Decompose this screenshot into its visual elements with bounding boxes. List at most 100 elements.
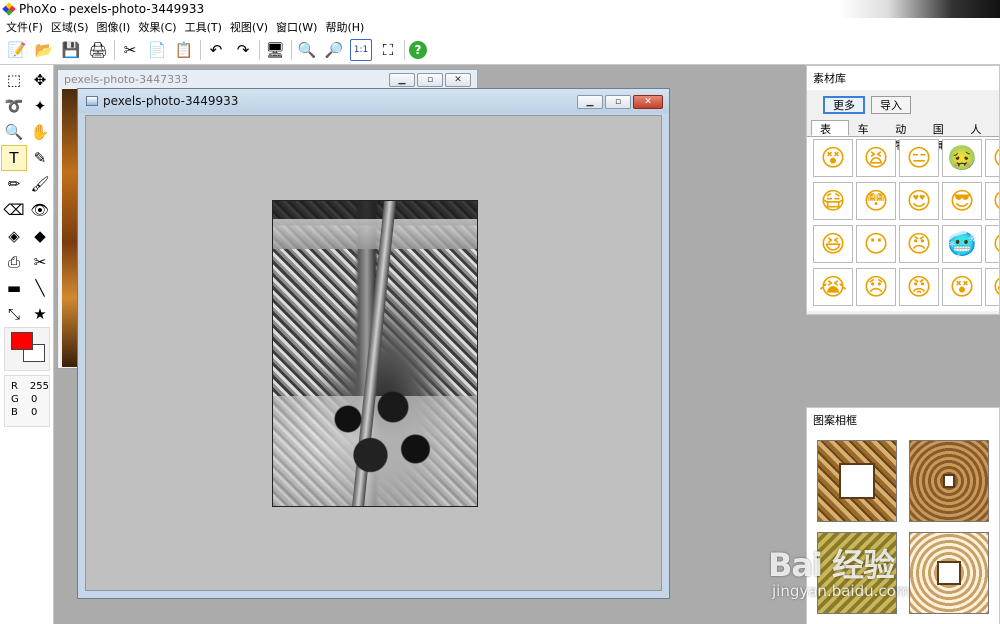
copy-icon[interactable]: 📄 bbox=[146, 39, 168, 61]
text-tool-icon[interactable]: T bbox=[1, 145, 27, 171]
zoom-out-icon[interactable]: 🔎 bbox=[323, 39, 345, 61]
menu-item[interactable]: 文件(F) bbox=[4, 19, 49, 35]
line-tool-icon[interactable]: ╲ bbox=[27, 275, 53, 301]
emoji-thumbnail[interactable]: 😠 bbox=[899, 225, 939, 263]
material-tab[interactable]: 人物 bbox=[961, 120, 999, 152]
open-icon[interactable]: 📂 bbox=[33, 39, 55, 61]
undo-icon[interactable]: ↶ bbox=[205, 39, 227, 61]
more-button[interactable]: 更多 bbox=[823, 96, 865, 114]
emoji-thumbnail[interactable]: 😫 bbox=[856, 139, 896, 177]
emoji-thumbnail[interactable]: 😶 bbox=[856, 225, 896, 263]
magic-wand-icon[interactable]: ✦ bbox=[27, 93, 53, 119]
maximize-button[interactable]: ▫ bbox=[417, 73, 443, 87]
color-replace-icon[interactable]: ◆ bbox=[27, 223, 53, 249]
frame-thumbnail[interactable] bbox=[817, 440, 897, 522]
tool-grid: ⬚ ✥ ➰ ✦ 🔍 ✋ T ✎ ✏ 🖌 ⌫ 👁 ◈ ◆ ⎙ ✂ ▬ ╲ ⤡ ★ bbox=[0, 65, 53, 329]
frame-inner bbox=[943, 474, 955, 488]
photo-image bbox=[272, 200, 478, 507]
fit-window-icon[interactable]: ⛶ bbox=[377, 39, 399, 61]
photo-tent bbox=[273, 219, 477, 249]
material-tab[interactable]: 表情 bbox=[811, 120, 849, 152]
toolbar-separator bbox=[200, 40, 201, 60]
emoji-thumbnail[interactable]: 😍 bbox=[899, 182, 939, 220]
emoji-thumbnail[interactable]: 😞 bbox=[856, 268, 896, 306]
emoji-thumbnail[interactable]: 😊 bbox=[985, 182, 999, 220]
material-tab[interactable]: 车标 bbox=[849, 120, 887, 152]
lasso-icon[interactable]: ➰ bbox=[1, 93, 27, 119]
new-icon[interactable]: 📝 bbox=[6, 39, 28, 61]
frames-panel-title: 图案相框 bbox=[807, 408, 999, 432]
save-icon[interactable]: 💾 bbox=[60, 39, 82, 61]
watermark-logo: Bai 经验 bbox=[768, 546, 895, 584]
zoom-in-icon[interactable]: 🔍 bbox=[296, 39, 318, 61]
frame-thumbnail[interactable] bbox=[909, 440, 989, 522]
menu-item[interactable]: 帮助(H) bbox=[323, 19, 370, 35]
emoji-thumbnail[interactable]: 🥶 bbox=[942, 225, 982, 263]
minimize-button[interactable]: ▁ bbox=[389, 73, 415, 87]
close-button[interactable]: ✕ bbox=[445, 73, 471, 87]
rect-select-icon[interactable]: ⬚ bbox=[1, 67, 27, 93]
eyedropper-icon[interactable]: ✎ bbox=[27, 145, 53, 171]
maximize-button[interactable]: ▫ bbox=[605, 95, 631, 109]
emoji-thumbnail[interactable]: 😵 bbox=[942, 268, 982, 306]
emoji-thumbnail[interactable]: 😏 bbox=[985, 225, 999, 263]
menu-item[interactable]: 视图(V) bbox=[228, 19, 274, 35]
emoji-thumbnail[interactable]: 😎 bbox=[942, 182, 982, 220]
actual-size-icon[interactable]: 1:1 bbox=[350, 39, 372, 61]
transform-icon[interactable]: ⤡ bbox=[1, 301, 27, 327]
hand-icon[interactable]: ✋ bbox=[27, 119, 53, 145]
red-eye-icon[interactable]: 👁 bbox=[27, 197, 53, 223]
help-icon[interactable]: ? bbox=[409, 41, 427, 59]
app-logo-icon bbox=[2, 2, 16, 16]
emoji-thumbnail[interactable]: 😆 bbox=[813, 225, 853, 263]
rgb-b-label: B bbox=[11, 407, 18, 418]
emoji-thumbnail[interactable]: 😐 bbox=[985, 139, 999, 177]
main-toolbar: 📝 📂 💾 🖨 ✂ 📄 📋 ↶ ↷ 🖥 🔍 🔎 1:1 ⛶? bbox=[0, 36, 1000, 65]
shape-star-icon[interactable]: ★ bbox=[27, 301, 53, 327]
foreground-color-swatch[interactable] bbox=[11, 332, 33, 350]
minimize-button[interactable]: ▁ bbox=[577, 95, 603, 109]
emoji-thumbnail[interactable]: 😡 bbox=[899, 268, 939, 306]
emoji-thumbnail[interactable]: 🤢 bbox=[942, 139, 982, 177]
material-library-panel: 素材库 更多 导入 表情车标动物国旗人物 😵😫😑🤢😐😷😳😍😎😊😆😶😠🥶😏😭😞😡😵… bbox=[806, 65, 1000, 315]
brush-icon[interactable]: 🖌 bbox=[27, 171, 53, 197]
material-tab[interactable]: 动物 bbox=[886, 120, 924, 152]
clone-stamp-icon[interactable]: ⎙ bbox=[1, 249, 27, 275]
zoom-tool-icon[interactable]: 🔍 bbox=[1, 119, 27, 145]
close-button[interactable]: ✕ bbox=[633, 95, 663, 109]
menu-item[interactable]: 工具(T) bbox=[183, 19, 228, 35]
back-window-controls: ▁ ▫ ✕ bbox=[389, 73, 471, 87]
title-bar: PhoXo - pexels-photo-3449933 bbox=[0, 0, 1000, 18]
emoji-thumbnail[interactable]: 😭 bbox=[813, 268, 853, 306]
emoji-thumbnail[interactable]: 😃 bbox=[985, 268, 999, 306]
document-window-front[interactable]: pexels-photo-3449933 ▁ ▫ ✕ bbox=[77, 88, 670, 599]
fill-bucket-icon[interactable]: ◈ bbox=[1, 223, 27, 249]
pencil-icon[interactable]: ✏ bbox=[1, 171, 27, 197]
cut-icon[interactable]: ✂ bbox=[119, 39, 141, 61]
photo-crowd bbox=[303, 371, 453, 491]
emoji-thumbnail[interactable]: 😷 bbox=[813, 182, 853, 220]
watermark-url: jingyan.baidu.com bbox=[772, 582, 911, 600]
emoji-thumbnail[interactable]: 😵 bbox=[813, 139, 853, 177]
toolbar-separator bbox=[404, 40, 405, 60]
menu-item[interactable]: 图像(I) bbox=[95, 19, 137, 35]
redo-icon[interactable]: ↷ bbox=[232, 39, 254, 61]
emoji-thumbnail[interactable]: 😳 bbox=[856, 182, 896, 220]
emoji-thumbnail[interactable]: 😑 bbox=[899, 139, 939, 177]
screen-capture-icon[interactable]: 🖥 bbox=[264, 39, 286, 61]
menu-item[interactable]: 效果(C) bbox=[136, 19, 182, 35]
toolbar-separator bbox=[259, 40, 260, 60]
eraser-icon[interactable]: ⌫ bbox=[1, 197, 27, 223]
front-window-canvas[interactable] bbox=[85, 115, 662, 591]
import-button[interactable]: 导入 bbox=[871, 96, 911, 114]
gradient-icon[interactable]: ▬ bbox=[1, 275, 27, 301]
back-window-title: pexels-photo-3447333 bbox=[64, 72, 189, 86]
paste-icon[interactable]: 📋 bbox=[173, 39, 195, 61]
material-tab[interactable]: 国旗 bbox=[924, 120, 962, 152]
scan-icon[interactable]: 🖨 bbox=[87, 39, 109, 61]
scissors-tool-icon[interactable]: ✂ bbox=[27, 249, 53, 275]
rgb-g-value: 0 bbox=[31, 394, 38, 405]
move-select-icon[interactable]: ✥ bbox=[27, 67, 53, 93]
menu-item[interactable]: 窗口(W) bbox=[274, 19, 323, 35]
menu-item[interactable]: 区域(S) bbox=[49, 19, 95, 35]
